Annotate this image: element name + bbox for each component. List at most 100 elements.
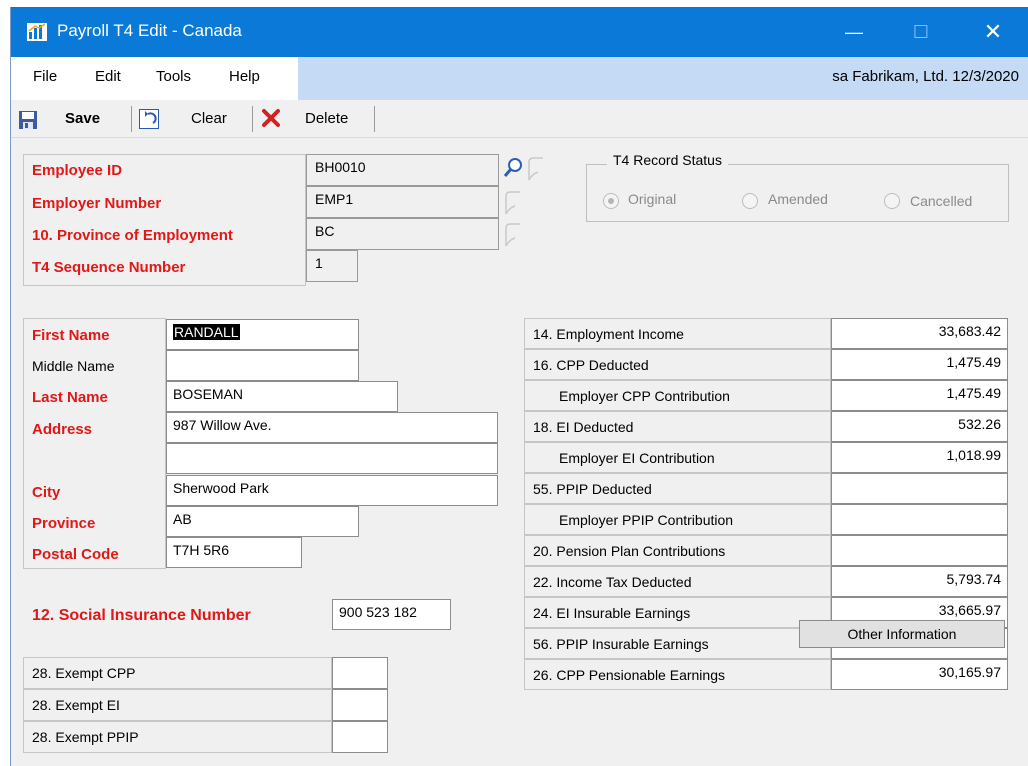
amount-label-cell: 18. EI Deducted — [524, 411, 831, 442]
delete-x-icon — [262, 109, 280, 127]
first-name-input[interactable]: RANDALL — [166, 319, 359, 350]
minimize-button[interactable]: — — [824, 7, 884, 57]
amount-value-field[interactable]: 33,683.42 — [831, 318, 1008, 349]
exempt-cpp-checkbox[interactable] — [332, 657, 388, 689]
clear-button[interactable]: Clear — [139, 100, 254, 138]
amount-value-field[interactable] — [831, 504, 1008, 535]
amount-label-cell: 14. Employment Income — [524, 318, 831, 349]
employer-number-field[interactable]: EMP1 — [306, 186, 499, 218]
radio-amended-label: Amended — [768, 191, 828, 207]
app-chart-icon — [27, 23, 47, 41]
province-employment-field[interactable]: BC — [306, 218, 499, 250]
postal-code-label: Postal Code — [32, 546, 119, 563]
middle-name-input[interactable] — [166, 350, 359, 381]
toolbar-separator — [374, 106, 375, 132]
amount-value-field[interactable] — [831, 473, 1008, 504]
amount-label: 26. CPP Pensionable Earnings — [533, 667, 725, 683]
exempt-ei-label: 28. Exempt EI — [32, 697, 120, 713]
amount-value-field[interactable] — [831, 535, 1008, 566]
address-label: Address — [32, 421, 93, 438]
other-information-button[interactable]: Other Information — [799, 620, 1005, 648]
save-button[interactable]: Save — [19, 100, 129, 138]
window-title: Payroll T4 Edit - Canada — [57, 21, 242, 40]
amount-value-field[interactable]: 5,793.74 — [831, 566, 1008, 597]
last-name-input[interactable]: BOSEMAN — [166, 381, 398, 412]
menu-bar-status-area: sa Fabrikam, Ltd. 12/3/2020 — [298, 57, 1028, 100]
employee-lookup-magnifier-icon[interactable] — [502, 154, 524, 184]
amount-label-cell: 55. PPIP Deducted — [524, 473, 831, 504]
delete-label: Delete — [305, 110, 349, 127]
radio-amended[interactable] — [742, 193, 758, 209]
amount-label: 56. PPIP Insurable Earnings — [533, 636, 709, 652]
save-label: Save — [65, 110, 101, 127]
radio-cancelled-label: Cancelled — [910, 193, 973, 209]
province-input[interactable]: AB — [166, 506, 359, 537]
amount-label-cell: 22. Income Tax Deducted — [524, 566, 831, 597]
address-line2-input[interactable] — [166, 443, 498, 474]
sin-label: 12. Social Insurance Number — [32, 607, 251, 624]
amount-label: 22. Income Tax Deducted — [533, 574, 692, 590]
amount-label-cell: Employer EI Contribution — [524, 442, 831, 473]
city-input[interactable]: Sherwood Park — [166, 475, 498, 506]
employer-lookup-icon[interactable] — [502, 188, 524, 218]
amount-label-cell: 24. EI Insurable Earnings — [524, 597, 831, 628]
amount-label: 55. PPIP Deducted — [533, 481, 652, 497]
delete-button[interactable]: Delete — [259, 100, 374, 138]
amount-label-cell: 16. CPP Deducted — [524, 349, 831, 380]
radio-cancelled[interactable] — [884, 193, 900, 209]
toolbar-separator — [131, 106, 132, 132]
amount-label: Employer CPP Contribution — [559, 388, 730, 404]
postal-code-input[interactable]: T7H 5R6 — [166, 537, 302, 568]
amount-value-field[interactable]: 532.26 — [831, 411, 1008, 442]
amount-label: 24. EI Insurable Earnings — [533, 605, 691, 621]
note-lookup-icon[interactable] — [525, 154, 547, 184]
amount-label: Employer PPIP Contribution — [559, 512, 734, 528]
exempt-ppip-checkbox[interactable] — [332, 721, 388, 753]
exempt-ppip-label: 28. Exempt PPIP — [32, 729, 139, 745]
amount-label-cell: Employer PPIP Contribution — [524, 504, 831, 535]
radio-original-label: Original — [628, 191, 677, 207]
amount-label: 20. Pension Plan Contributions — [533, 543, 726, 559]
first-name-selected-text: RANDALL — [173, 324, 240, 340]
province-label: Province — [32, 515, 96, 532]
amount-value-field[interactable]: 1,475.49 — [831, 380, 1008, 411]
toolbar-separator — [252, 106, 253, 132]
menu-bar: sa Fabrikam, Ltd. 12/3/2020 File Edit To… — [11, 57, 1028, 100]
background-strip — [0, 0, 1028, 7]
record-status-label: T4 Record Status — [607, 152, 728, 168]
last-name-label: Last Name — [32, 389, 108, 406]
sequence-field: 1 — [306, 250, 358, 282]
radio-original[interactable] — [603, 193, 619, 209]
employee-id-field[interactable]: BH0010 — [306, 154, 499, 186]
amount-label: 16. CPP Deducted — [533, 357, 649, 373]
amount-label: 14. Employment Income — [533, 326, 684, 342]
employee-id-label: Employee ID — [32, 162, 123, 179]
clear-label: Clear — [191, 110, 227, 127]
first-name-label: First Name — [32, 327, 110, 344]
province-lookup-icon[interactable] — [502, 220, 524, 250]
amount-label: Employer EI Contribution — [559, 450, 715, 466]
menu-edit[interactable]: Edit — [95, 68, 121, 85]
amount-label: 18. EI Deducted — [533, 419, 634, 435]
exempt-ei-checkbox[interactable] — [332, 689, 388, 721]
save-disk-icon — [19, 111, 37, 129]
middle-name-label: Middle Name — [32, 358, 115, 374]
amount-label-cell: 26. CPP Pensionable Earnings — [524, 659, 831, 690]
amount-label-cell: 56. PPIP Insurable Earnings — [524, 628, 831, 659]
sin-input[interactable]: 900 523 182 — [332, 599, 451, 630]
province-employment-label: 10. Province of Employment — [32, 227, 233, 244]
toolbar: Save Clear Delete — [11, 100, 1028, 138]
address-line1-input[interactable]: 987 Willow Ave. — [166, 412, 498, 443]
menu-tools[interactable]: Tools — [156, 68, 191, 85]
maximize-button[interactable]: ☐ — [891, 7, 951, 57]
amount-value-field[interactable]: 1,475.49 — [831, 349, 1008, 380]
exempt-cpp-label: 28. Exempt CPP — [32, 665, 136, 681]
close-button[interactable]: ✕ — [963, 7, 1023, 57]
amount-label-cell: Employer CPP Contribution — [524, 380, 831, 411]
amount-value-field[interactable]: 30,165.97 — [831, 659, 1008, 690]
amount-value-field[interactable]: 1,018.99 — [831, 442, 1008, 473]
city-label: City — [32, 484, 61, 501]
menu-help[interactable]: Help — [229, 68, 260, 85]
t4-edit-window: Payroll T4 Edit - Canada — ☐ ✕ sa Fabrik… — [10, 7, 1028, 766]
menu-file[interactable]: File — [33, 68, 57, 85]
